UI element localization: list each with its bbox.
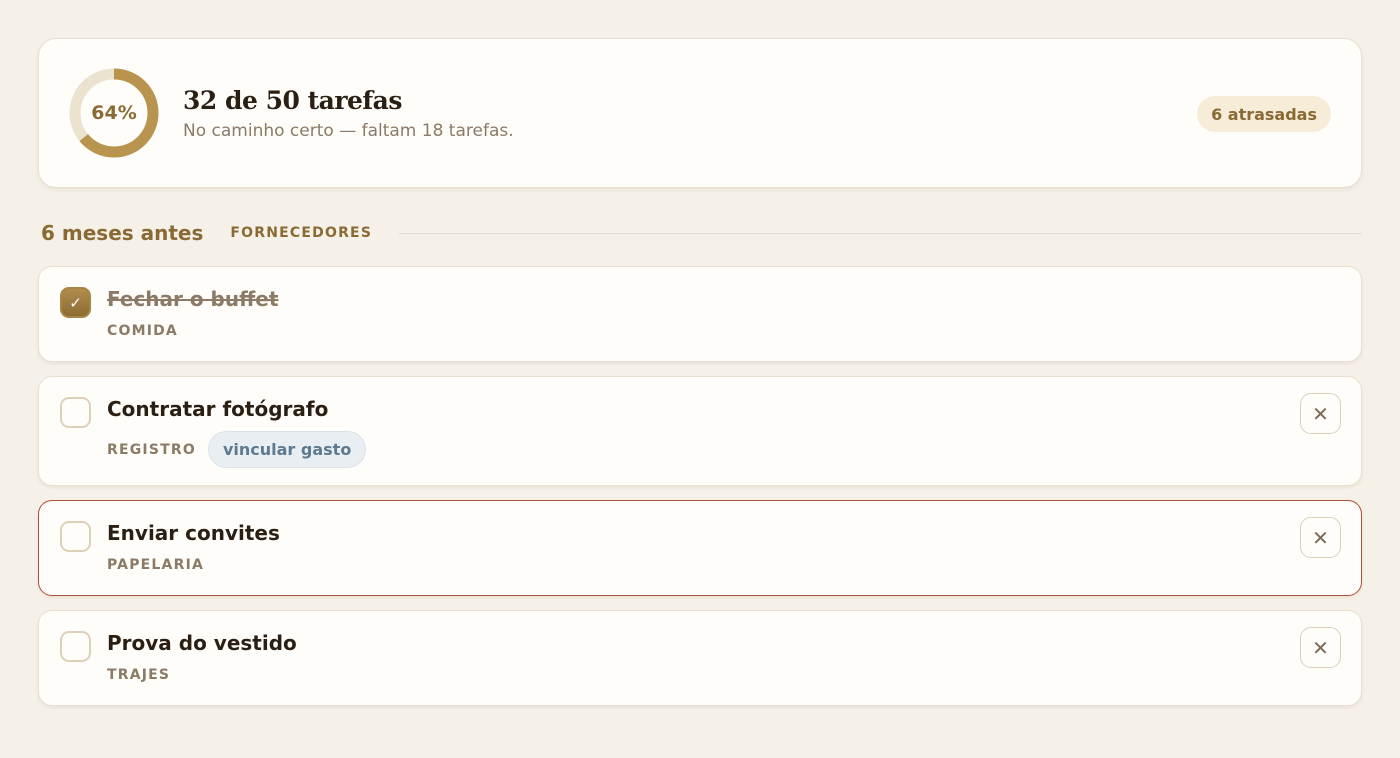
task-checkbox-checked[interactable]: ✓ bbox=[60, 287, 91, 318]
link-expense-button[interactable]: vincular gasto bbox=[207, 431, 367, 468]
task-title: Enviar convites bbox=[107, 521, 280, 545]
section-title: 6 meses antes bbox=[41, 221, 204, 245]
task-title: Contratar fotógrafo bbox=[107, 397, 329, 421]
task-checkbox[interactable] bbox=[60, 397, 91, 428]
task-meta: TRAJES bbox=[107, 667, 170, 683]
close-icon: ✕ bbox=[1312, 635, 1329, 660]
task-title: Prova do vestido bbox=[107, 631, 297, 655]
progress-percent: 64% bbox=[91, 102, 137, 124]
check-icon: ✓ bbox=[69, 293, 82, 312]
remove-task-button[interactable]: ✕ bbox=[1300, 393, 1341, 434]
close-icon: ✕ bbox=[1312, 401, 1329, 426]
task-category: REGISTRO bbox=[107, 441, 196, 458]
task-item: ✓ Fechar o buffet COMIDA bbox=[38, 266, 1362, 362]
remove-task-button[interactable]: ✕ bbox=[1300, 627, 1341, 668]
task-meta: COMIDA bbox=[107, 323, 178, 339]
task-meta: REGISTRO vincular gasto bbox=[107, 431, 367, 468]
task-checkbox[interactable] bbox=[60, 631, 91, 662]
close-icon: ✕ bbox=[1312, 525, 1329, 550]
summary-subtitle: No caminho certo — faltam 18 tarefas. bbox=[183, 120, 514, 141]
progress-summary-card: 64% 32 de 50 tarefas No caminho certo — … bbox=[38, 38, 1362, 188]
task-item: Prova do vestido TRAJES ✕ bbox=[38, 610, 1362, 706]
task-category: PAPELARIA bbox=[107, 557, 205, 573]
progress-ring: 64% bbox=[69, 68, 159, 158]
task-category: COMIDA bbox=[107, 323, 178, 339]
summary-title: 32 de 50 tarefas bbox=[183, 85, 402, 115]
task-meta: PAPELARIA bbox=[107, 557, 204, 573]
task-item-late: Enviar convites PAPELARIA ✕ bbox=[38, 500, 1362, 596]
task-category: TRAJES bbox=[107, 667, 171, 683]
task-list: ✓ Fechar o buffet COMIDA Contratar fotóg… bbox=[38, 266, 1362, 706]
section-tag: FORNECEDORES bbox=[230, 225, 373, 241]
remove-task-button[interactable]: ✕ bbox=[1300, 517, 1341, 558]
late-tasks-badge[interactable]: 6 atrasadas bbox=[1197, 96, 1331, 132]
section-header: 6 meses antes FORNECEDORES bbox=[38, 220, 1362, 246]
checklist-page: 64% 32 de 50 tarefas No caminho certo — … bbox=[38, 38, 1362, 720]
summary-text: 32 de 50 tarefas No caminho certo — falt… bbox=[183, 86, 514, 141]
task-checkbox[interactable] bbox=[60, 521, 91, 552]
section-divider bbox=[399, 232, 1362, 234]
task-item: Contratar fotógrafo REGISTRO vincular ga… bbox=[38, 376, 1362, 486]
task-title: Fechar o buffet bbox=[107, 287, 279, 311]
